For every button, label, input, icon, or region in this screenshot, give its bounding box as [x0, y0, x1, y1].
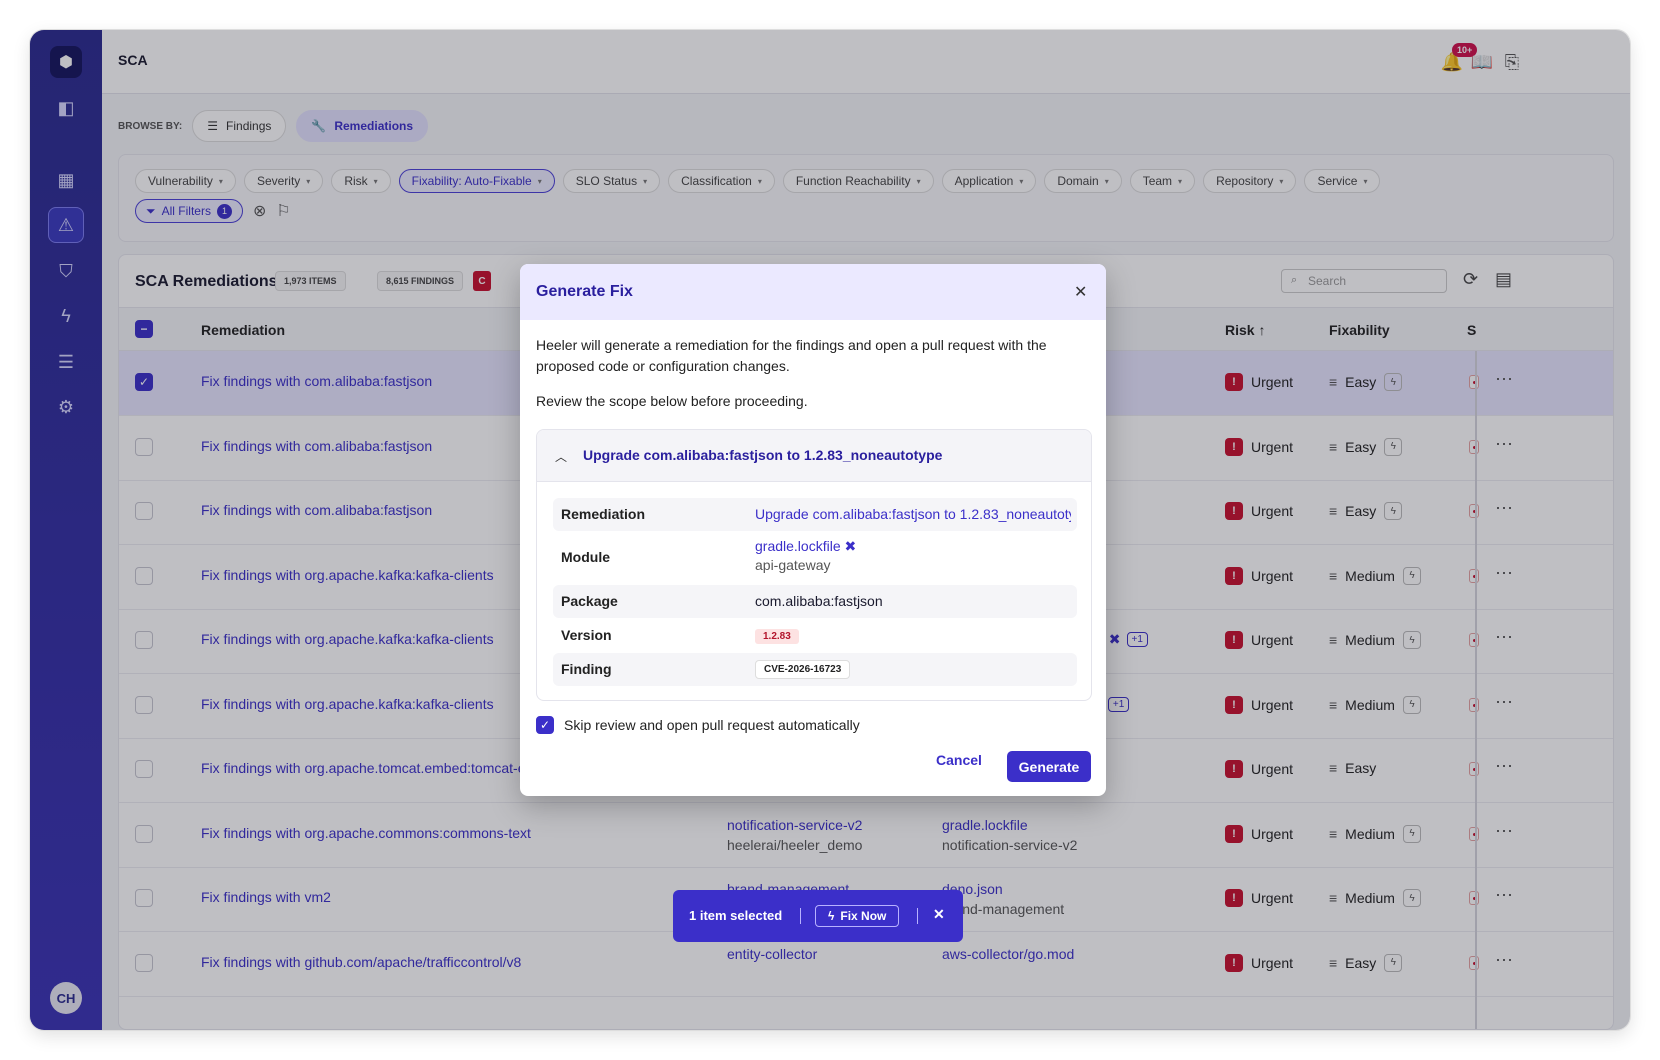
package-row: Package com.alibaba:fastjson: [553, 585, 1077, 618]
fix-now-button[interactable]: ϟ Fix Now: [815, 905, 900, 927]
divider: [917, 908, 918, 924]
selection-count: 1 item selected: [689, 908, 783, 923]
remediation-label: Remediation: [561, 506, 646, 522]
finding-tag: CVE-2026-16723: [755, 660, 851, 679]
bolt-icon: ϟ: [828, 909, 835, 923]
module-row: Module gradle.lockfile ✖ api-gateway: [553, 533, 1077, 583]
skip-review-label: Skip review and open pull request automa…: [564, 717, 860, 733]
divider: [800, 908, 801, 924]
fix-now-label: Fix Now: [840, 909, 887, 923]
generate-fix-dialog: Generate Fix ✕ Heeler will generate a re…: [520, 264, 1106, 796]
scope-title: Upgrade com.alibaba:fastjson to 1.2.83_n…: [583, 447, 943, 463]
skip-review-checkbox[interactable]: ✓: [536, 716, 554, 734]
close-icon[interactable]: ✕: [933, 906, 945, 923]
finding-row: Finding CVE-2026-16723: [553, 653, 1077, 686]
generate-button[interactable]: Generate: [1007, 751, 1091, 782]
module-link[interactable]: gradle.lockfile: [755, 538, 841, 554]
remediation-link[interactable]: Upgrade com.alibaba:fastjson to 1.2.83_n…: [755, 506, 1071, 522]
version-tag: 1.2.83: [755, 629, 799, 644]
module-label: Module: [561, 549, 610, 565]
close-icon[interactable]: ✕: [1074, 282, 1087, 302]
version-row: Version 1.2.83: [553, 619, 1077, 652]
app-window: ⬢ ◧ ▦ ⚠ ⛉ ϟ ☰ ⚙ CH SCA 🔔 10+ 📖 ⎘ BROWSE …: [30, 30, 1630, 1030]
chevron-up-icon: ︿: [555, 450, 568, 464]
module-sub: api-gateway: [755, 557, 831, 573]
tool-icon: ✖: [844, 538, 857, 554]
version-label: Version: [561, 627, 612, 643]
skip-review-option[interactable]: ✓ Skip review and open pull request auto…: [536, 716, 860, 734]
dialog-review-text: Review the scope below before proceeding…: [536, 393, 808, 409]
remediation-row: Remediation Upgrade com.alibaba:fastjson…: [553, 498, 1077, 531]
package-value: com.alibaba:fastjson: [755, 593, 883, 609]
scope-header[interactable]: ︿ Upgrade com.alibaba:fastjson to 1.2.83…: [537, 430, 1091, 482]
finding-label: Finding: [561, 661, 612, 677]
selection-bar: 1 item selected ϟ Fix Now ✕: [673, 890, 963, 942]
cancel-button[interactable]: Cancel: [936, 752, 982, 768]
package-label: Package: [561, 593, 618, 609]
scope-panel: ︿ Upgrade com.alibaba:fastjson to 1.2.83…: [536, 429, 1092, 701]
dialog-header: Generate Fix ✕: [520, 264, 1106, 320]
dialog-description: Heeler will generate a remediation for t…: [536, 337, 1047, 374]
dialog-title: Generate Fix: [536, 283, 633, 300]
